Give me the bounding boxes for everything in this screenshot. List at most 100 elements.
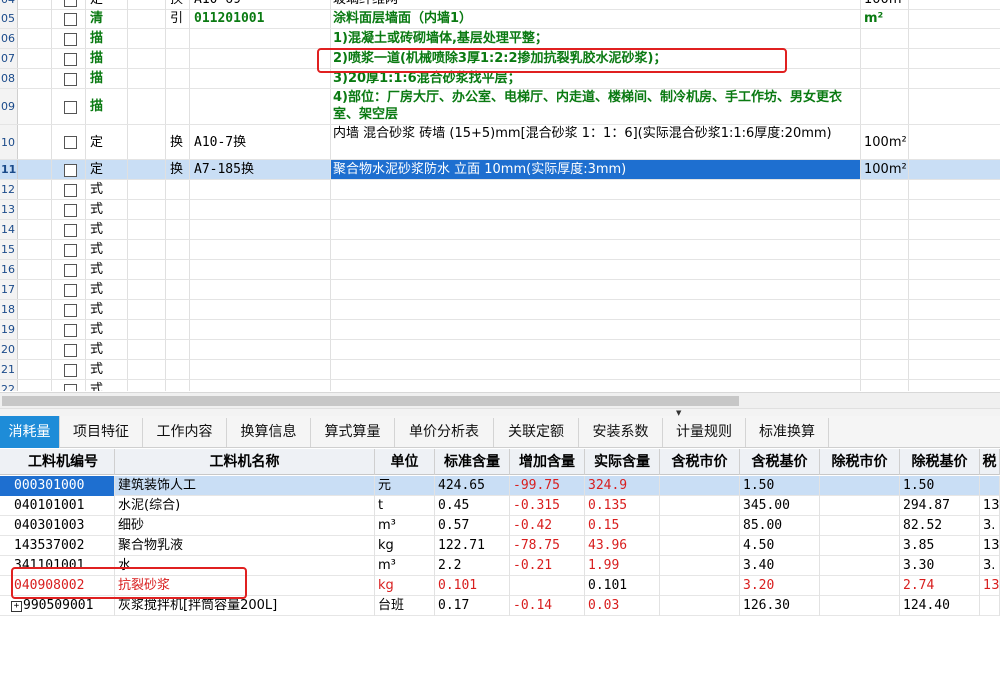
row-checkbox[interactable] [64,243,77,257]
row-checkbox-cell[interactable] [52,300,86,319]
add-qty[interactable]: -0.21 [510,556,585,576]
tax-base-header[interactable]: 含税基价 [740,449,820,475]
row-checkbox[interactable] [64,0,77,7]
std-qty[interactable]: 0.101 [435,576,510,596]
actual-qty[interactable]: 0.03 [585,596,660,616]
std-qty[interactable]: 2.2 [435,556,510,576]
row-checkbox[interactable] [64,283,77,297]
row-code[interactable] [190,320,331,339]
row-checkbox[interactable] [64,263,77,277]
code-header[interactable]: 工料机编号 [0,449,115,475]
row-name[interactable] [331,300,861,319]
resource-unit[interactable]: t [375,496,435,516]
notax-market-header[interactable]: 除税市价 [820,449,900,475]
unit-header[interactable]: 单位 [375,449,435,475]
row-name[interactable]: 聚合物水泥砂浆防水 立面 10mm(实际厚度:3mm) [331,160,861,179]
resource-code[interactable]: +990509001 [0,596,115,616]
std-qty[interactable]: 424.65 [435,476,510,496]
resource-name[interactable]: 灰浆搅拌机[拌筒容量200L] [115,596,375,616]
tax-market-header[interactable]: 含税市价 [660,449,740,475]
row-code[interactable]: A10-7换 [190,125,331,159]
row-checkbox[interactable] [64,163,77,177]
row-checkbox[interactable] [64,383,77,391]
add-qty[interactable]: -0.315 [510,496,585,516]
resource-name[interactable]: 细砂 [115,516,375,536]
actual-qty-header[interactable]: 实际含量 [585,449,660,475]
tab-9[interactable]: 计量规则 [663,418,746,447]
tab-7[interactable]: 关联定额 [494,418,579,447]
row-checkbox-cell[interactable] [52,9,86,28]
row-checkbox-cell[interactable] [52,200,86,219]
tab-1[interactable]: 消耗量 [0,416,60,448]
row-checkbox-cell[interactable] [52,180,86,199]
item-row[interactable]: 16 式 [0,260,1000,280]
std-qty[interactable]: 122.71 [435,536,510,556]
row-name[interactable] [331,200,861,219]
name-header[interactable]: 工料机名称 [115,449,375,475]
resource-code[interactable]: 040101001 [0,496,115,516]
row-checkbox-cell[interactable] [52,280,86,299]
actual-qty[interactable]: 0.15 [585,516,660,536]
row-name[interactable] [331,180,861,199]
row-code[interactable] [190,49,331,68]
row-checkbox-cell[interactable] [52,380,86,391]
add-qty[interactable]: -0.42 [510,516,585,536]
tab-4[interactable]: 换算信息 [227,418,311,447]
row-code[interactable] [190,180,331,199]
tab-8[interactable]: 安装系数 [579,418,663,447]
row-checkbox[interactable] [64,303,77,317]
row-checkbox-cell[interactable] [52,320,86,339]
row-code[interactable] [190,360,331,379]
actual-qty[interactable]: 43.96 [585,536,660,556]
row-code[interactable]: A10-69 [190,0,331,9]
row-checkbox-cell[interactable] [52,49,86,68]
tab-3[interactable]: 工作内容 [143,418,227,447]
resource-row[interactable]: +990509001 灰浆搅拌机[拌筒容量200L] 台班 0.17 -0.14 0.03… [0,596,1000,616]
item-row[interactable]: 14 式 [0,220,1000,240]
row-name[interactable] [331,340,861,359]
row-name[interactable]: 玻璃纤维网 [331,0,861,9]
item-row[interactable]: 21 式 [0,360,1000,380]
item-row[interactable]: 11 定 换 A7-185换 聚合物水泥砂浆防水 立面 10mm(实际厚度:3mm) 10… [0,160,1000,180]
add-qty[interactable]: -99.75 [510,476,585,496]
row-checkbox-cell[interactable] [52,340,86,359]
row-code[interactable] [190,29,331,48]
item-row[interactable]: 17 式 [0,280,1000,300]
row-checkbox-cell[interactable] [52,89,86,124]
row-checkbox[interactable] [64,223,77,237]
resource-code[interactable]: 143537002 [0,536,115,556]
row-name[interactable]: 1)混凝土或砖砌墙体,基层处理平整； [331,29,861,48]
tax-rate-header[interactable]: 税 [980,449,1000,475]
row-name[interactable]: 4)部位：厂房大厅、办公室、电梯厅、内走道、楼梯间、制冷机房、手工作坊、男女更衣… [331,89,861,124]
resource-row[interactable]: 000301000 建筑装饰人工元 424.65 -99.75 324.9 1.50 1.5… [0,476,1000,496]
row-checkbox-cell[interactable] [52,360,86,379]
row-checkbox[interactable] [64,100,77,114]
tab-5[interactable]: 算式算量 [311,418,395,447]
row-name[interactable] [331,320,861,339]
row-checkbox[interactable] [64,32,77,46]
item-row[interactable]: 22 式 [0,380,1000,391]
resource-row[interactable]: 040301003 细砂 m³ 0.57 -0.42 0.15 85.00 82.52 3. [0,516,1000,536]
resource-name[interactable]: 水泥(综合) [115,496,375,516]
tab-2[interactable]: 项目特征 [60,418,143,447]
row-name[interactable] [331,380,861,391]
resource-unit[interactable]: 元 [375,476,435,496]
row-code[interactable] [190,380,331,391]
row-code[interactable] [190,240,331,259]
item-row[interactable]: 12 式 [0,180,1000,200]
add-qty[interactable]: -0.14 [510,596,585,616]
row-name[interactable] [331,220,861,239]
resource-unit[interactable]: 台班 [375,596,435,616]
item-row[interactable]: 06 描 1)混凝土或砖砌墙体,基层处理平整； [0,29,1000,49]
notax-base-header[interactable]: 除税基价 [900,449,980,475]
row-code[interactable]: A7-185换 [190,160,331,179]
row-checkbox-cell[interactable] [52,240,86,259]
item-row[interactable]: 09 描 4)部位：厂房大厅、办公室、电梯厅、内走道、楼梯间、制冷机房、手工作坊、男… [0,89,1000,125]
row-code[interactable] [190,69,331,88]
row-code[interactable]: 011201001 [190,9,331,28]
std-qty-header[interactable]: 标准含量 [435,449,510,475]
tab-10[interactable]: 标准换算 [746,418,829,447]
item-row[interactable]: 19 式 [0,320,1000,340]
item-row[interactable]: 05 清 引 011201001 涂料面层墙面（内墙1） m² [0,9,1000,29]
row-checkbox[interactable] [64,72,77,86]
